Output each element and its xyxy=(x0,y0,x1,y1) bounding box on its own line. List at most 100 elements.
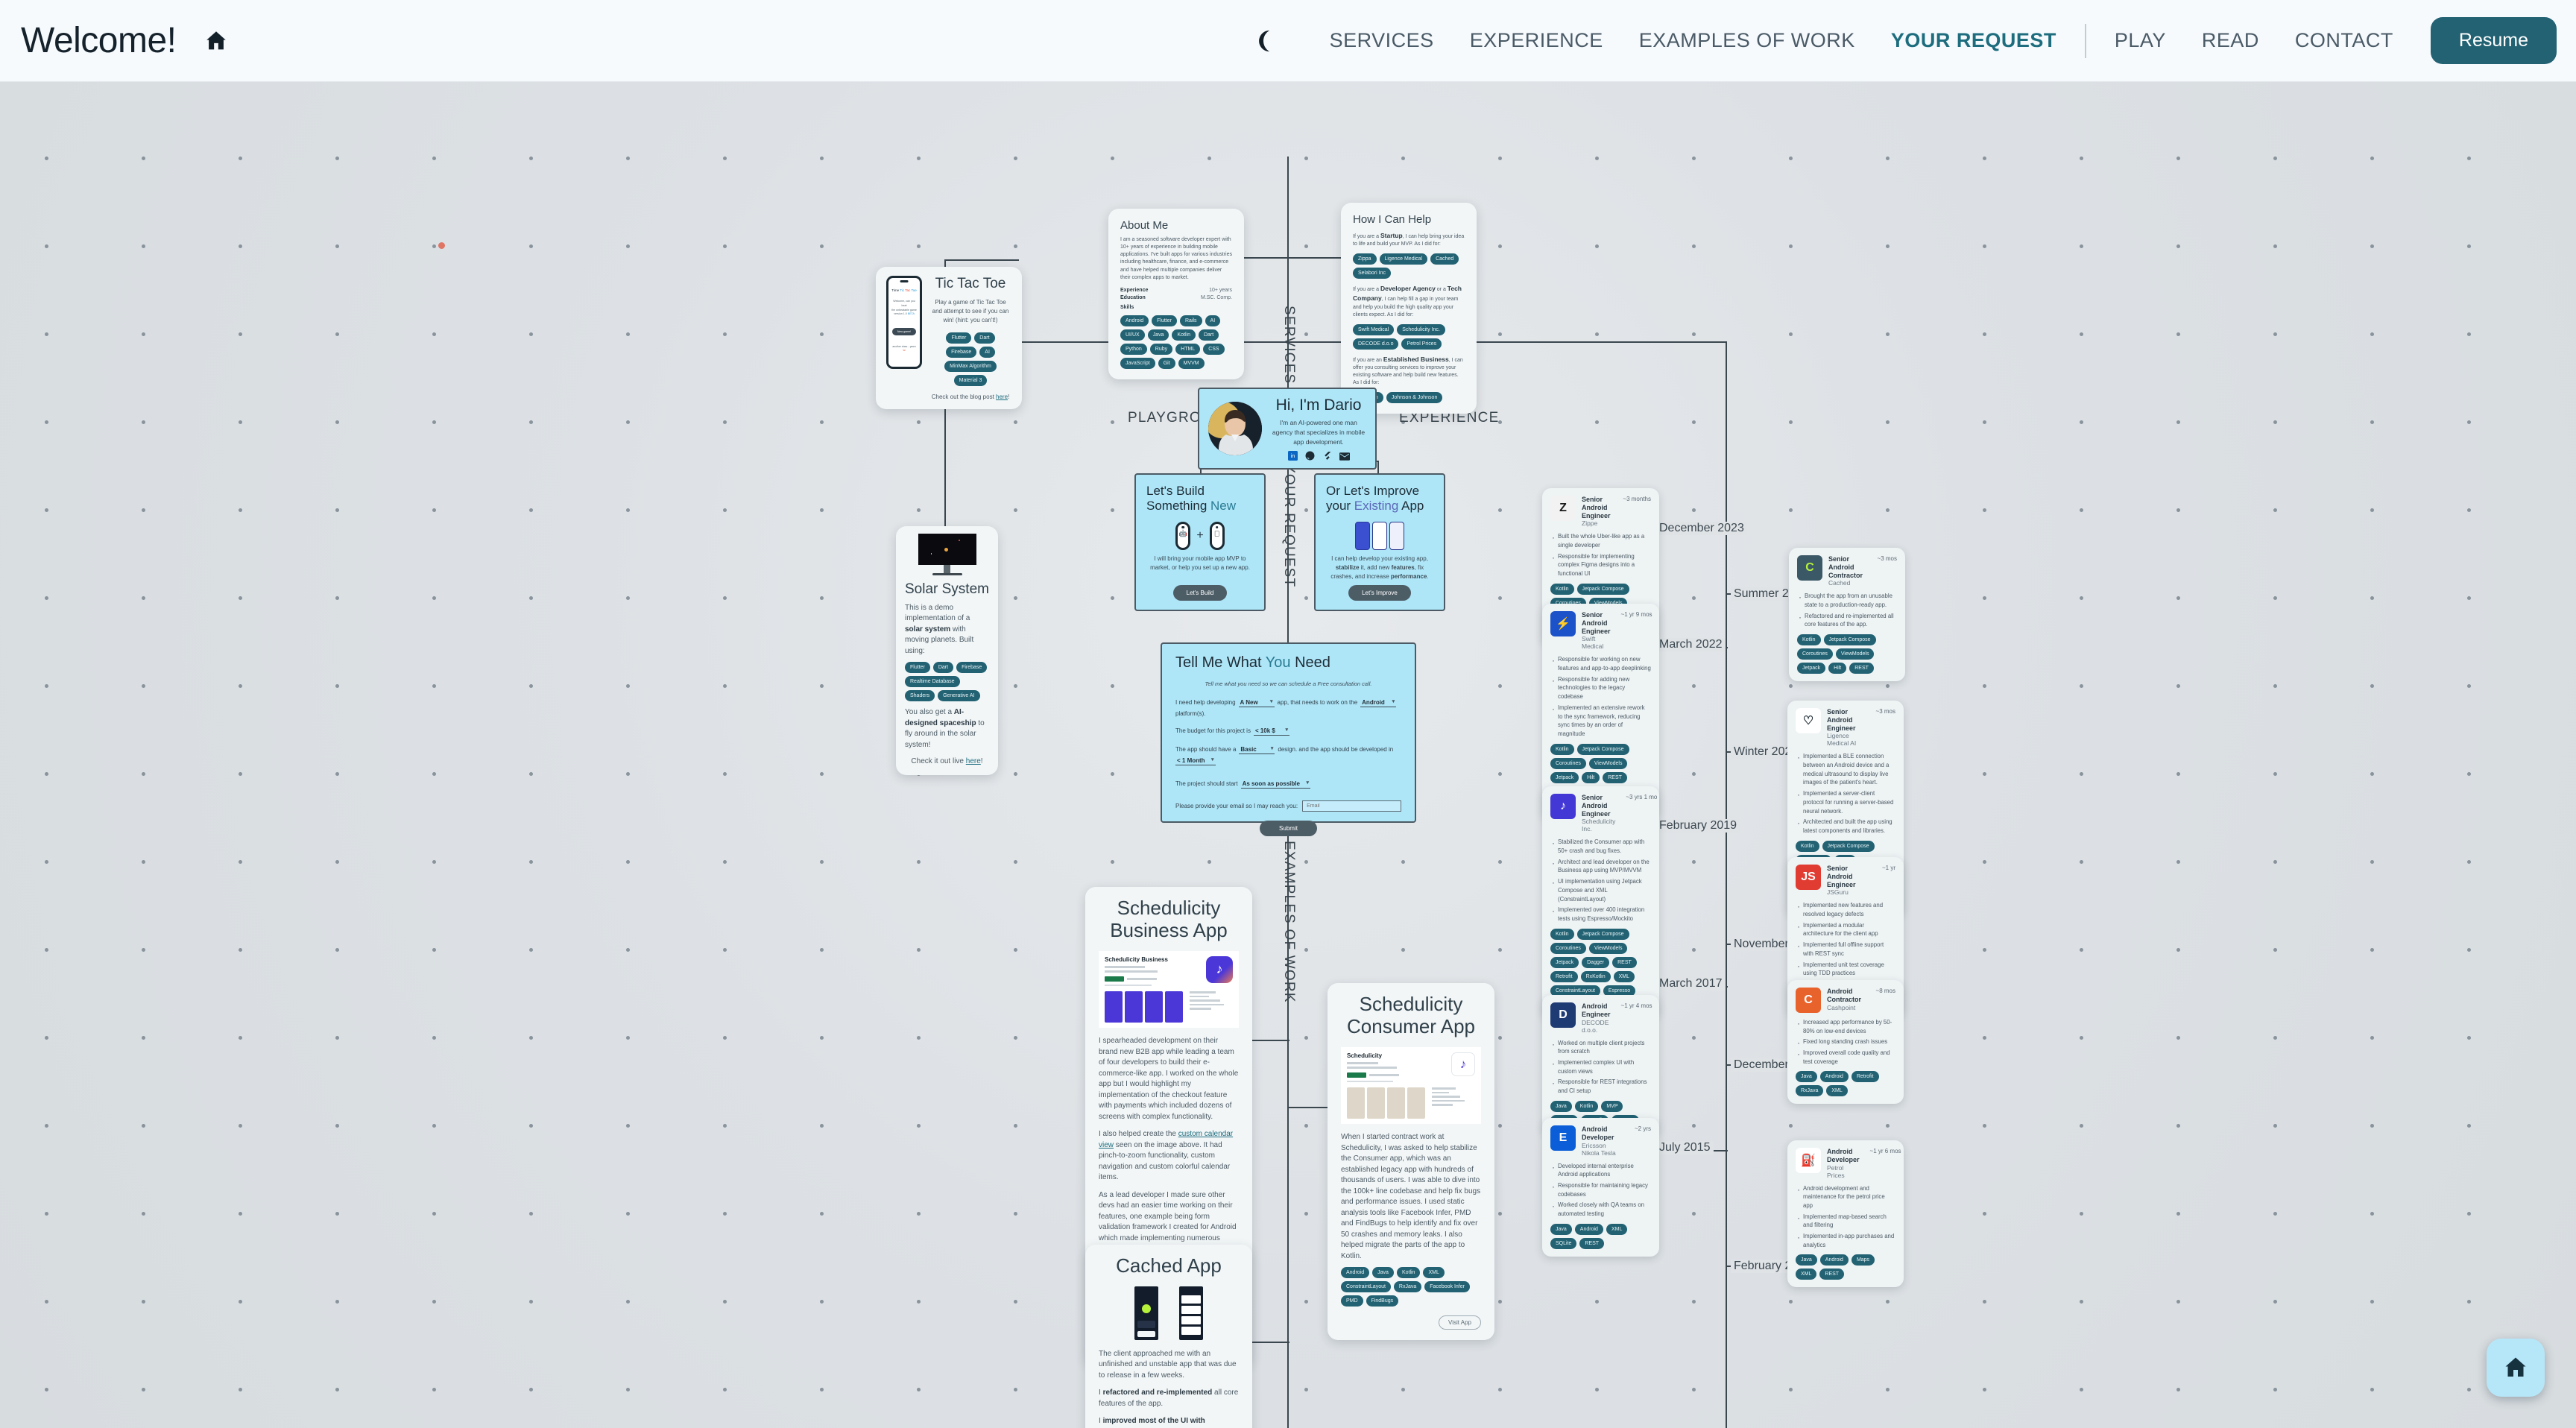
grid-dot xyxy=(1692,684,1696,688)
grid-dot xyxy=(2176,244,2180,248)
tic-tac-toe-card[interactable]: Time Tic Tac Toe Welcome, can you beat t… xyxy=(876,267,1022,409)
grid-dot xyxy=(1014,420,1017,424)
experience-card[interactable]: ♪ Senior Android Engineer Schedulicity Inc… xyxy=(1542,786,1659,1018)
lets-improve-title-line2a: your xyxy=(1326,499,1354,514)
home-fab-button[interactable] xyxy=(2487,1339,2545,1397)
select-timeline[interactable]: < 1 Month ▾ xyxy=(1175,757,1216,765)
solar-live-link[interactable]: here xyxy=(966,757,981,765)
client-chip: Petrol Prices xyxy=(1401,338,1442,350)
nav-link-examples-of-work[interactable]: EXAMPLES OF WORK xyxy=(1639,29,1855,52)
grid-dot xyxy=(432,332,436,336)
grid-dot xyxy=(2467,1300,2471,1304)
axis-label-examples-of-work: EXAMPLES OF WORK xyxy=(1281,841,1297,1003)
experience-bullet: Responsible for implementing complex Fig… xyxy=(1552,551,1651,578)
grid-dot xyxy=(1886,508,1890,512)
flutter-icon[interactable] xyxy=(1322,451,1332,461)
about-me-title: About Me xyxy=(1120,219,1169,232)
experience-card[interactable]: CSenior Android ContractorCached ~3 mos Br… xyxy=(1789,548,1905,682)
email-field[interactable] xyxy=(1302,800,1401,812)
grid-dot xyxy=(723,332,727,336)
select-budget[interactable]: < 10k $ ▾ xyxy=(1253,727,1289,736)
experience-bullet: Refactored and re-implemented all core f… xyxy=(1799,610,1897,629)
experience-company: Cashpoint xyxy=(1827,1003,1856,1011)
blog-post-link[interactable]: here xyxy=(996,394,1008,400)
grid-dot xyxy=(626,420,630,424)
grid-dot xyxy=(1692,948,1696,952)
grid-dot xyxy=(1692,157,1696,160)
request-form-card[interactable]: Tell Me What You Need Tell me what you n… xyxy=(1161,642,1416,836)
experience-chips: KotlinJetpack Compose CoroutinesViewModel… xyxy=(1797,634,1897,674)
grid-dot xyxy=(1886,1388,1890,1391)
nav-link-services[interactable]: SERVICES xyxy=(1330,29,1434,52)
client-chip: Johnson & Johnson xyxy=(1386,392,1443,404)
select-app-type[interactable]: A New ▾ xyxy=(1238,699,1275,707)
experience-card-header: C Android Contractor Cashpoint ~8 mos xyxy=(1796,988,1895,1013)
moon-icon[interactable] xyxy=(1254,28,1279,54)
grid-dot xyxy=(1498,1212,1502,1216)
grid-dot xyxy=(529,420,533,424)
linkedin-icon[interactable]: in xyxy=(1288,451,1298,461)
nav-link-play[interactable]: PLAY xyxy=(2115,29,2166,52)
nav-link-experience[interactable]: EXPERIENCE xyxy=(1470,29,1603,52)
grid-dot xyxy=(2467,420,2471,424)
lets-build-card[interactable]: Let's Build Something New 🤖 +  I will b… xyxy=(1134,473,1266,611)
grid-dot xyxy=(626,1212,630,1216)
visit-app-button[interactable]: Visit App xyxy=(1439,1315,1481,1330)
tech-chip: Facebook Infer xyxy=(1424,1281,1470,1293)
company-logo-icon: Z xyxy=(1550,496,1576,521)
experience-bullet: Architect and lead developer on the Busi… xyxy=(1552,856,1651,875)
github-icon[interactable] xyxy=(1305,451,1315,461)
hero-card[interactable]: Hi, I'm Dario I'm an AI-powered one man … xyxy=(1198,388,1377,470)
mindmap-canvas[interactable]: SERVICES YOUR REQUEST EXAMPLES OF WORK P… xyxy=(0,82,2576,1428)
lets-build-button[interactable]: Let's Build xyxy=(1172,585,1228,601)
nav-link-your-request[interactable]: YOUR REQUEST xyxy=(1891,29,2056,52)
about-row-label: Education xyxy=(1120,294,1146,300)
grid-dot xyxy=(1886,420,1890,424)
grid-dot xyxy=(239,1300,242,1304)
experience-duration: ~8 mos xyxy=(1875,988,1895,994)
solar-system-footer: Check it out live here! xyxy=(911,757,983,766)
grid-dot xyxy=(723,508,727,512)
tech-chip: Jetpack xyxy=(1550,771,1579,783)
experience-card[interactable]: C Android ContractorCashpoint ~8 mos Increa… xyxy=(1787,980,1904,1105)
experience-card[interactable]: D Android Engineer DECODE d.o.o. ~1 yr 4 mo… xyxy=(1542,995,1659,1134)
grid-dot xyxy=(723,1212,727,1216)
nav-link-contact[interactable]: CONTACT xyxy=(2295,29,2393,52)
how-i-can-help-card[interactable]: How I Can Help If you are a Startup, I c… xyxy=(1341,203,1477,414)
grid-dot xyxy=(432,157,436,160)
experience-bullet: Implemented in-app purchases and analyti… xyxy=(1797,1230,1895,1249)
schedulicity-consumer-card[interactable]: Schedulicity Consumer App Schedulicity ♪ xyxy=(1328,983,1494,1341)
tech-chip: XML xyxy=(1423,1267,1445,1279)
select-platform[interactable]: Android ▾ xyxy=(1360,699,1397,707)
grid-dot xyxy=(1111,596,1114,600)
grid-dot xyxy=(1692,420,1696,424)
experience-card[interactable]: ⛽ Android Developer Petrol Prices ~1 yr 6 m… xyxy=(1787,1140,1904,1288)
lets-improve-button[interactable]: Let's Improve xyxy=(1348,585,1411,601)
experience-bullets: Developed internal enterprise Android ap… xyxy=(1552,1160,1651,1219)
new-game-button[interactable]: New game! xyxy=(891,328,917,335)
submit-button[interactable]: Submit xyxy=(1260,821,1317,836)
grid-dot xyxy=(2370,1212,2374,1216)
home-icon[interactable] xyxy=(203,28,229,54)
grid-dot xyxy=(1595,420,1599,424)
nav-link-read[interactable]: READ xyxy=(2202,29,2259,52)
email-icon[interactable] xyxy=(1339,451,1350,461)
experience-card[interactable]: E Android Developer Ericsson Nikola Tesla ~… xyxy=(1542,1118,1659,1257)
select-start[interactable]: As soon as possible ▾ xyxy=(1240,780,1310,789)
cached-app-card[interactable]: Cached App The client approached me with… xyxy=(1085,1245,1252,1428)
solar-system-card[interactable]: Solar System This is a demo implementati… xyxy=(896,526,998,775)
grid-dot xyxy=(529,332,533,336)
grid-dot xyxy=(432,684,436,688)
grid-dot xyxy=(2176,1124,2180,1128)
grid-dot xyxy=(626,508,630,512)
tech-chip: Firebase xyxy=(946,346,977,358)
grid-dot xyxy=(239,244,242,248)
lets-improve-card[interactable]: Or Let's Improve your Existing App I can… xyxy=(1314,473,1445,611)
form-label: The project should start xyxy=(1175,780,1238,787)
timeline-date-left: March 2022 xyxy=(1656,638,1726,651)
request-form-title: Tell Me What You Need xyxy=(1175,654,1330,671)
tech-chip: ViewModels xyxy=(1835,648,1875,660)
select-design[interactable]: Basic ▾ xyxy=(1239,746,1275,754)
about-me-card[interactable]: About Me I am a seasoned software develo… xyxy=(1108,209,1244,379)
resume-button[interactable]: Resume xyxy=(2430,17,2557,64)
